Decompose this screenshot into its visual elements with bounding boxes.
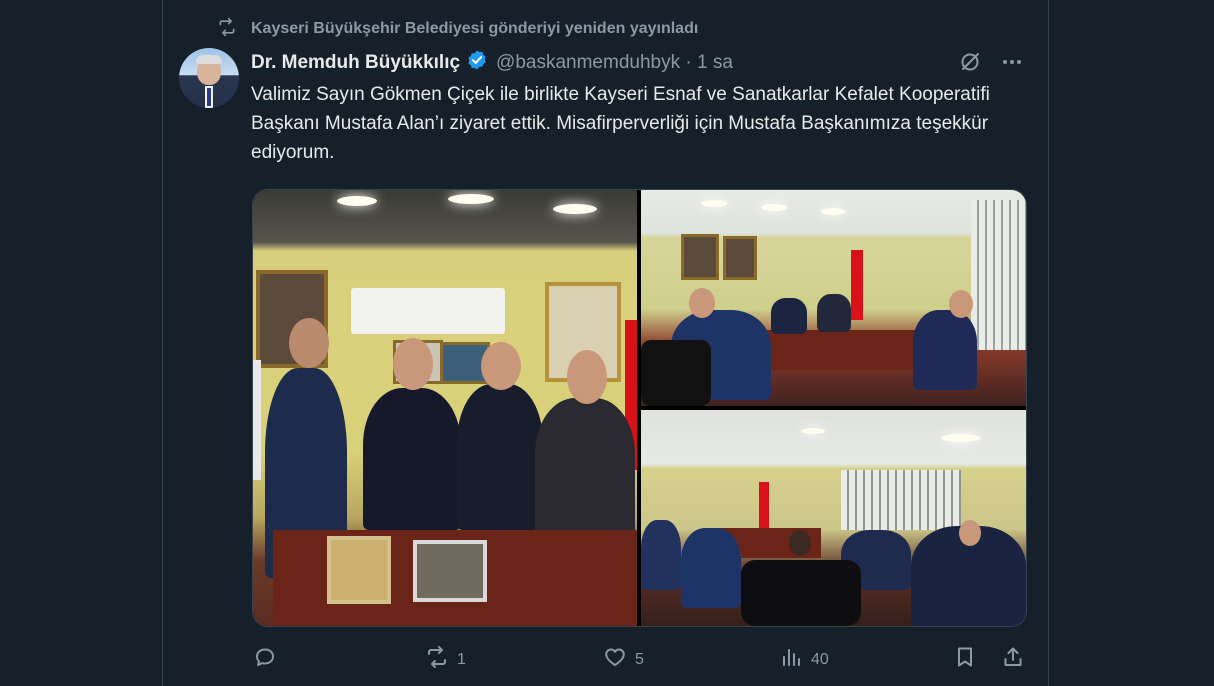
flag [851,250,863,320]
person-head [949,290,973,318]
views-button[interactable]: 40 [779,645,829,674]
person-head [289,318,329,368]
verified-icon [460,49,496,77]
person-seated [913,310,977,390]
share-button[interactable] [1001,645,1025,674]
tweet-actions: 1 5 40 [251,645,1027,675]
bookmark-icon [953,645,977,674]
person-host [457,384,543,530]
person-head [393,338,433,390]
person-seated [771,298,807,334]
desk-plaque [327,536,391,604]
more-icon[interactable] [1000,50,1024,79]
author-handle-time[interactable]: @baskanmemduhbyk · 1 sa [496,52,733,74]
retweet-button[interactable]: 1 [425,645,466,674]
retweet-icon [217,17,237,42]
heart-icon [603,645,627,674]
retweet-text: Kayseri Büyükşehir Belediyesi gönderiyi … [251,20,699,37]
header-actions [958,50,1024,79]
views-icon [779,645,803,674]
author-name[interactable]: Dr. Memduh Büyükkılıç [251,52,460,74]
person-mayor [535,398,635,538]
views-count: 40 [811,650,829,668]
bookmark-button[interactable] [953,645,977,674]
like-count: 5 [635,650,644,668]
person-head [959,520,981,546]
ceiling-light [821,208,845,215]
flag [759,482,769,532]
ceiling-light [553,204,597,214]
person-governor [363,388,461,530]
avatar[interactable] [179,48,239,108]
window-blinds [971,200,1026,350]
avatar-hair [196,55,222,64]
picture-frame [723,236,757,280]
tweet-media [252,189,1027,627]
avatar-tie [207,88,211,106]
retweet-context[interactable]: Kayseri Büyükşehir Belediyesi gönderiyi … [217,17,699,42]
air-conditioner [351,288,505,334]
like-button[interactable]: 5 [603,645,644,674]
timeline-column: Kayseri Büyükşehir Belediyesi gönderiyi … [162,0,1049,686]
ceiling-light [337,196,377,206]
person-seated [817,294,851,332]
tweet-header: Dr. Memduh Büyükkılıç @baskanmemduhbyk ·… [251,50,733,76]
person-head [481,342,521,390]
desk [761,330,931,370]
person-seated [641,520,681,590]
ceiling-light [801,428,825,434]
ceiling-light [701,200,727,207]
reply-icon [253,645,277,674]
armchair [741,560,861,626]
group-photo[interactable] [253,190,637,626]
flag-white [253,360,261,480]
ceiling-light [761,204,787,211]
tweet-text: Valimiz Sayın Gökmen Çiçek ile birlikte … [251,84,990,163]
retweet-icon [425,645,449,674]
ceiling-light [448,194,494,204]
window-blinds [841,470,961,530]
picture-frame [681,234,719,280]
retweet-count: 1 [457,650,466,668]
person-head [789,530,811,556]
meeting-photo-2[interactable] [641,410,1026,626]
meeting-photo-1[interactable] [641,190,1026,406]
person-head [567,350,607,404]
person-seated [681,528,741,608]
person-head [689,288,715,318]
desk-photo-frame [413,540,487,602]
armchair [641,340,711,406]
share-icon [1001,645,1025,674]
ceiling-light [941,434,981,442]
grok-icon[interactable] [958,50,982,79]
reply-button[interactable] [253,645,285,674]
